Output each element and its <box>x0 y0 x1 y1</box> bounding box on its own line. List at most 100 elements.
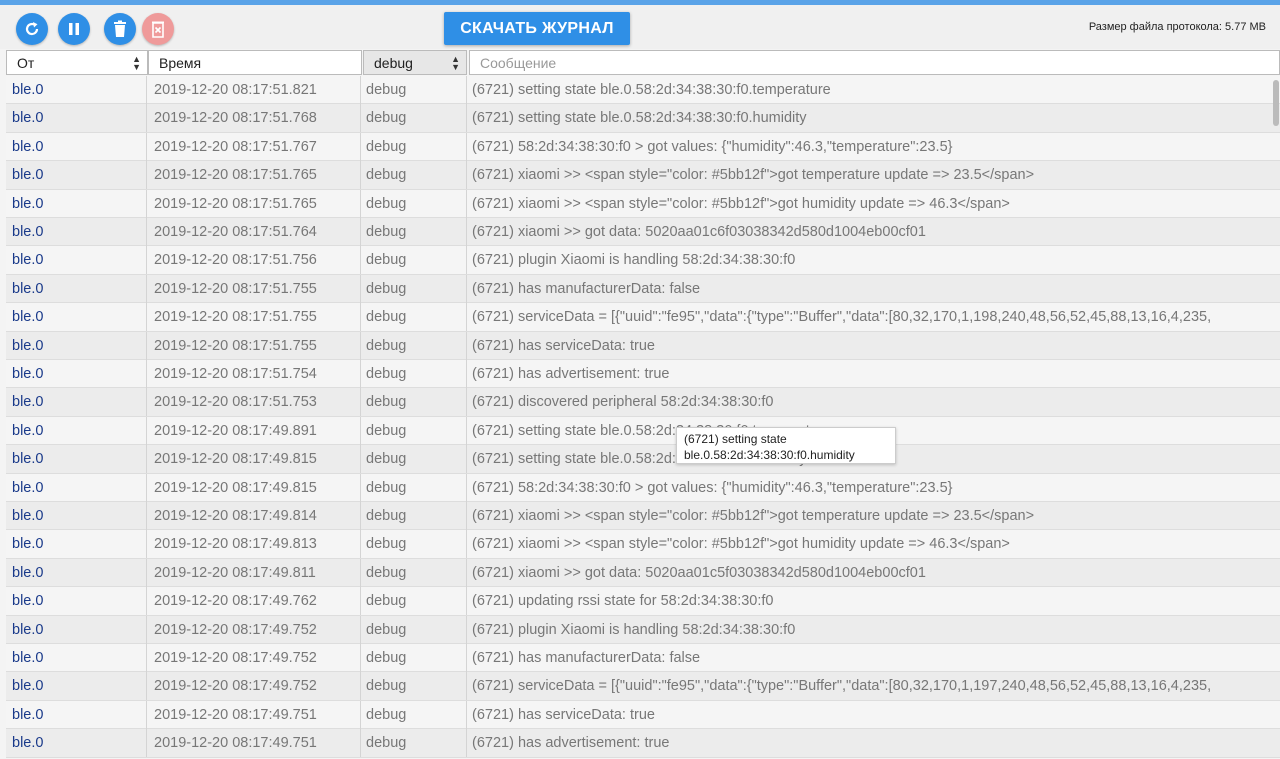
pause-icon <box>66 21 82 37</box>
download-log-button[interactable]: СКАЧАТЬ ЖУРНАЛ <box>444 12 630 45</box>
log-level: debug <box>361 700 467 729</box>
log-level: debug <box>361 104 467 133</box>
log-level: debug <box>361 644 467 672</box>
log-level: debug <box>361 331 467 360</box>
log-row: ble.0 2019-12-20 08:17:51.764 debug (6721) … <box>6 218 1280 247</box>
log-message: (6721) xiaomi >> <span style="color: #5b… <box>472 167 1035 184</box>
log-source: ble.0 <box>6 530 147 559</box>
log-row: ble.0 2019-12-20 08:17:49.751 debug (6721) … <box>6 729 1280 758</box>
log-message: (6721) serviceData = [{"uuid":"fe95","da… <box>472 678 1212 695</box>
time-column-header: Время <box>148 50 362 75</box>
time-column-label: Время <box>159 55 202 71</box>
log-time: 2019-12-20 08:17:49.891 <box>147 416 361 445</box>
log-message: (6721) setting state ble.0.58:2d:34:38:3… <box>472 82 831 98</box>
log-source: ble.0 <box>6 644 147 672</box>
delete-log-button[interactable] <box>142 13 174 45</box>
log-time: 2019-12-20 08:17:51.753 <box>147 388 361 417</box>
sort-arrows-icon: ▲ ▼ <box>132 54 141 72</box>
log-source: ble.0 <box>6 615 147 644</box>
log-row: ble.0 2019-12-20 08:17:49.815 debug (6721) … <box>6 445 1280 474</box>
log-source: ble.0 <box>6 672 147 701</box>
log-source: ble.0 <box>6 587 147 616</box>
log-message: (6721) has manufacturerData: false <box>472 280 701 297</box>
log-source: ble.0 <box>6 473 147 502</box>
reload-button[interactable] <box>16 13 48 45</box>
log-source: ble.0 <box>6 416 147 445</box>
log-time: 2019-12-20 08:17:49.762 <box>147 587 361 616</box>
log-source: ble.0 <box>6 189 147 218</box>
log-time: 2019-12-20 08:17:51.755 <box>147 274 361 303</box>
log-time: 2019-12-20 08:17:51.765 <box>147 189 361 218</box>
log-level: debug <box>361 76 467 104</box>
log-time: 2019-12-20 08:17:51.755 <box>147 331 361 360</box>
log-time: 2019-12-20 08:17:49.751 <box>147 729 361 758</box>
log-row: ble.0 2019-12-20 08:17:51.755 debug (6721) … <box>6 331 1280 360</box>
log-level: debug <box>361 303 467 332</box>
log-message: (6721) xiaomi >> <span style="color: #5b… <box>472 195 1010 212</box>
log-level: debug <box>361 558 467 587</box>
level-filter-select[interactable]: debug ▲ ▼ <box>363 50 467 75</box>
log-row: ble.0 2019-12-20 08:17:49.752 debug (6721) … <box>6 615 1280 644</box>
message-filter-input[interactable]: Сообщение <box>469 50 1280 75</box>
log-time: 2019-12-20 08:17:49.813 <box>147 530 361 559</box>
log-row: ble.0 2019-12-20 08:17:51.754 debug (6721) … <box>6 360 1280 389</box>
reload-icon <box>23 20 41 38</box>
log-time: 2019-12-20 08:17:49.815 <box>147 473 361 502</box>
log-message: (6721) xiaomi >> got data: 5020aa01c5f03… <box>472 564 926 581</box>
log-level: debug <box>361 218 467 246</box>
log-time: 2019-12-20 08:17:51.767 <box>147 132 361 161</box>
log-level: debug <box>361 360 467 388</box>
log-time: 2019-12-20 08:17:51.768 <box>147 104 361 133</box>
log-message: (6721) has advertisement: true <box>472 735 670 752</box>
log-level: debug <box>361 274 467 303</box>
scrollbar[interactable] <box>1273 80 1279 126</box>
log-row: ble.0 2019-12-20 08:17:49.815 debug (6721) … <box>6 473 1280 502</box>
log-row: ble.0 2019-12-20 08:17:51.755 debug (6721) … <box>6 274 1280 304</box>
log-message: (6721) has manufacturerData: false <box>472 650 701 666</box>
log-time: 2019-12-20 08:17:49.814 <box>147 502 361 530</box>
log-row: ble.0 2019-12-20 08:17:49.751 debug (6721) … <box>6 700 1280 730</box>
log-row: ble.0 2019-12-20 08:17:51.821 debug (6721) … <box>6 76 1280 105</box>
log-row: ble.0 2019-12-20 08:17:49.811 debug (6721) … <box>6 558 1280 588</box>
log-source: ble.0 <box>6 445 147 474</box>
log-row: ble.0 2019-12-20 08:17:51.768 debug (6721) … <box>6 104 1280 133</box>
pause-button[interactable] <box>58 13 90 45</box>
log-time: 2019-12-20 08:17:51.821 <box>147 76 361 104</box>
log-message: (6721) plugin Xiaomi is handling 58:2d:3… <box>472 621 796 638</box>
log-level: debug <box>361 416 467 445</box>
log-time: 2019-12-20 08:17:49.811 <box>147 558 361 587</box>
log-level: debug <box>361 530 467 559</box>
log-source: ble.0 <box>6 700 147 729</box>
log-source: ble.0 <box>6 388 147 417</box>
log-message: (6721) has advertisement: true <box>472 366 670 382</box>
log-row: ble.0 2019-12-20 08:17:51.756 debug (6721) … <box>6 246 1280 275</box>
log-time: 2019-12-20 08:17:49.752 <box>147 672 361 701</box>
tooltip-line-1: (6721) setting state <box>684 432 787 446</box>
log-message: (6721) discovered peripheral 58:2d:34:38… <box>472 394 774 411</box>
log-level: debug <box>361 246 467 275</box>
log-source: ble.0 <box>6 132 147 161</box>
delete-icon <box>150 20 166 38</box>
log-row: ble.0 2019-12-20 08:17:49.891 debug (6721) … <box>6 416 1280 446</box>
log-row: ble.0 2019-12-20 08:17:49.813 debug (6721) … <box>6 530 1280 559</box>
log-row: ble.0 2019-12-20 08:17:51.765 debug (6721) … <box>6 189 1280 218</box>
log-message: (6721) updating rssi state for 58:2d:34:… <box>472 593 774 610</box>
level-filter-value: debug <box>374 55 413 71</box>
log-time: 2019-12-20 08:17:51.756 <box>147 246 361 275</box>
log-level: debug <box>361 615 467 644</box>
source-filter-label: От <box>17 55 35 71</box>
log-level: debug <box>361 132 467 161</box>
log-source: ble.0 <box>6 218 147 246</box>
clear-log-button[interactable] <box>104 13 136 45</box>
log-source: ble.0 <box>6 161 147 190</box>
log-source: ble.0 <box>6 729 147 758</box>
trash-icon <box>112 20 128 38</box>
log-row: ble.0 2019-12-20 08:17:51.753 debug (6721) … <box>6 388 1280 417</box>
log-message: (6721) xiaomi >> <span style="color: #5b… <box>472 508 1035 524</box>
log-row: ble.0 2019-12-20 08:17:49.752 debug (6721) … <box>6 644 1280 673</box>
source-filter-select[interactable]: От ▲ ▼ <box>6 50 148 75</box>
log-message: (6721) has serviceData: true <box>472 337 655 354</box>
log-time: 2019-12-20 08:17:51.755 <box>147 303 361 332</box>
log-source: ble.0 <box>6 558 147 587</box>
log-source: ble.0 <box>6 274 147 303</box>
